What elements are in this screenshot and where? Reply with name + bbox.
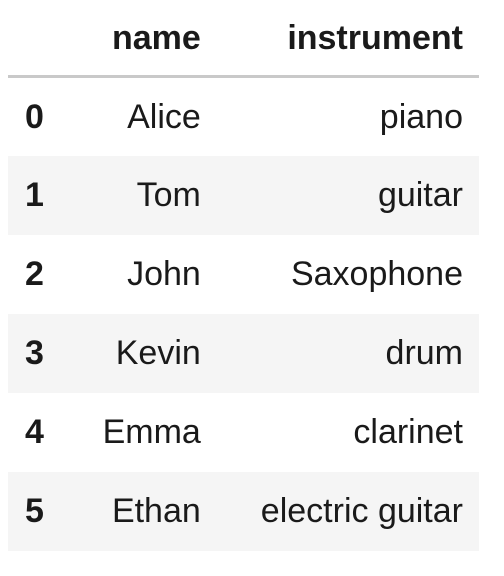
column-header-name: name [71, 0, 217, 78]
row-index: 2 [25, 255, 44, 293]
table-row: 2 John Saxophone [8, 235, 479, 314]
cell-name: Ethan [111, 492, 201, 530]
table-row: 5 Ethan electric guitar [8, 471, 479, 551]
cell-instrument: Saxophone [290, 255, 463, 293]
cell-instrument: electric guitar [260, 492, 463, 530]
cell-instrument: drum [385, 334, 463, 372]
table-header: name instrument [8, 0, 479, 78]
row-index: 0 [25, 97, 44, 136]
table-row: 0 Alice piano [8, 77, 479, 156]
cell-instrument: piano [379, 97, 463, 136]
row-index: 3 [25, 334, 44, 372]
index-header-cell [8, 0, 71, 78]
dataframe-table: name instrument 0 Alice piano 1 Tom guit… [8, 0, 479, 551]
row-index: 5 [25, 492, 44, 530]
cell-instrument: guitar [377, 176, 463, 214]
cell-name: Emma [102, 413, 201, 451]
table-row: 1 Tom guitar [8, 155, 479, 235]
cell-name: Tom [136, 176, 201, 214]
table-body: 0 Alice piano 1 Tom guitar 2 John Saxoph… [8, 77, 479, 551]
table-row: 4 Emma clarinet [8, 393, 479, 472]
cell-name: Alice [127, 97, 201, 136]
cell-name: John [127, 255, 201, 293]
cell-name: Kevin [115, 334, 201, 372]
row-index: 4 [25, 413, 44, 451]
column-header-instrument: instrument [216, 0, 479, 78]
row-index: 1 [25, 176, 44, 214]
cell-instrument: clarinet [353, 413, 463, 451]
dataframe-view: name instrument 0 Alice piano 1 Tom guit… [0, 0, 504, 576]
header-row: name instrument [8, 0, 479, 78]
table-row: 3 Kevin drum [8, 313, 479, 393]
